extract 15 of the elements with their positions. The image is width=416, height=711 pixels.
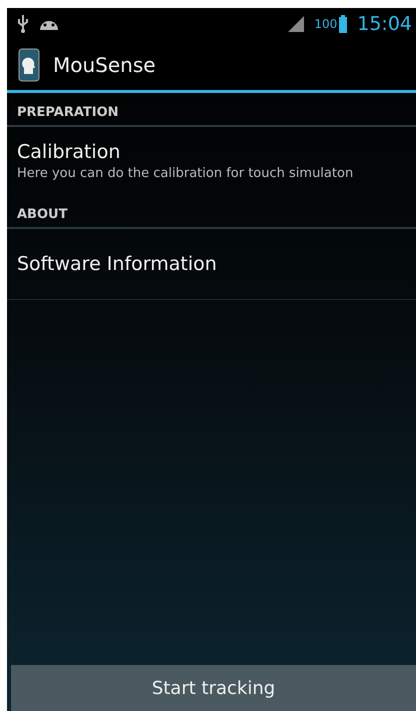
battery-icon: [339, 15, 348, 33]
signal-icon: [288, 16, 304, 32]
item-summary: Here you can do the calibration for touch simulaton: [17, 166, 354, 181]
section-header: ABOUT: [7, 195, 416, 229]
usb-icon: [17, 15, 29, 33]
item-title: Calibration: [17, 141, 122, 163]
preference-item[interactable]: Calibration Here you can do the calibration for touch simulaton: [7, 127, 416, 195]
preference-item[interactable]: Software Information: [7, 229, 416, 300]
section-header: PREPARATION: [7, 93, 416, 127]
battery-level: 100: [314, 17, 338, 31]
start-tracking-button[interactable]: Start tracking: [11, 665, 416, 711]
phone-head-icon: [17, 48, 41, 82]
clock: 15:04: [357, 13, 412, 35]
app-title: MouSense: [53, 53, 156, 77]
item-title: Software Information: [17, 253, 218, 275]
